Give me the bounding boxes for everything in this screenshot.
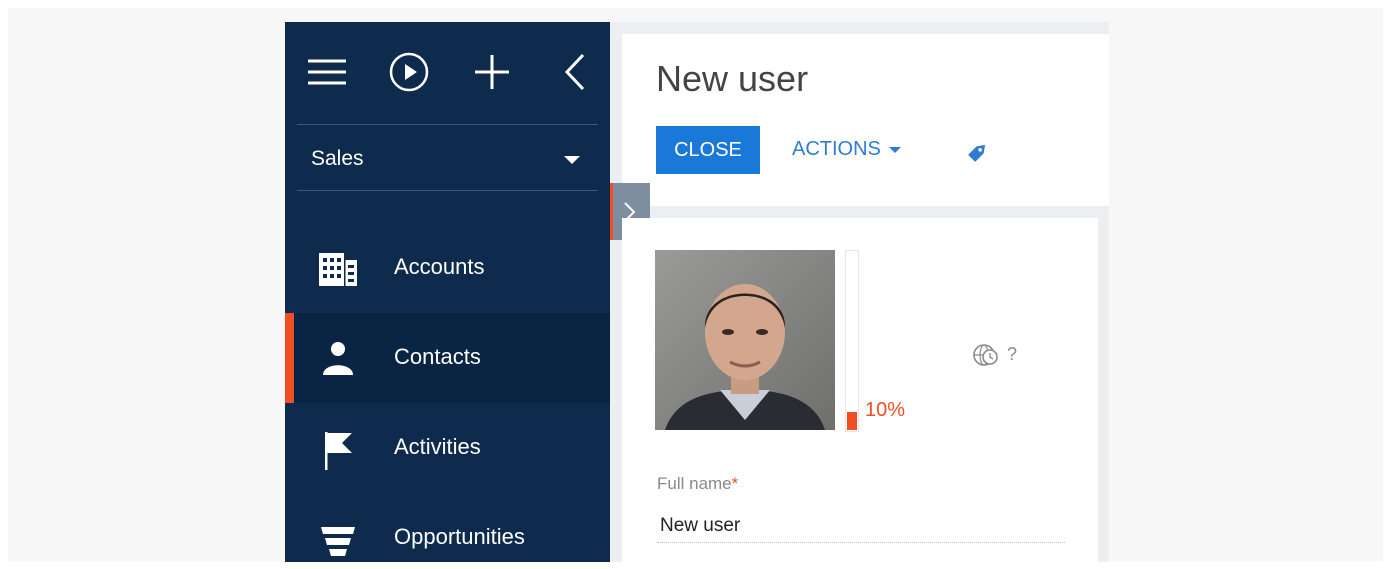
building-icon <box>318 251 358 287</box>
sidebar-item-accounts[interactable]: Accounts <box>285 223 610 313</box>
close-button[interactable]: CLOSE <box>656 126 760 174</box>
full-name-label: Full name* <box>657 474 739 493</box>
sidebar-item-contacts[interactable]: Contacts <box>285 313 610 403</box>
sidebar-item-label: Contacts <box>394 344 481 369</box>
actions-label: ACTIONS <box>792 138 881 160</box>
completeness-label: 10% <box>865 399 906 421</box>
sidebar-divider <box>297 190 598 191</box>
completeness-bar <box>845 250 859 432</box>
contact-photo[interactable] <box>655 250 835 430</box>
caret-down-icon <box>564 156 580 164</box>
tag-icon[interactable] <box>964 138 992 166</box>
sidebar-item-activities[interactable]: Activities <box>285 403 610 493</box>
person-icon <box>318 341 358 377</box>
play-circle-icon[interactable] <box>389 52 429 92</box>
sidebar-item-opportunities[interactable]: Opportunities <box>285 493 610 562</box>
funnel-icon <box>318 521 358 557</box>
plus-icon[interactable] <box>472 52 512 92</box>
page-header: New user CLOSE ACTIONS <box>622 34 1109 206</box>
completeness-fill <box>847 412 857 430</box>
chevron-left-icon[interactable] <box>557 52 597 92</box>
flag-icon <box>318 431 358 470</box>
sidebar-item-label: Activities <box>394 434 481 459</box>
page-title: New user <box>656 58 809 99</box>
app-window: Sales Accounts Contacts Activities Oppor… <box>285 22 1109 562</box>
sidebar-toolbar <box>285 22 610 124</box>
sidebar: Sales Accounts Contacts Activities Oppor… <box>285 22 610 562</box>
sidebar-item-label: Accounts <box>394 254 485 279</box>
required-marker: * <box>731 474 739 493</box>
hamburger-menu-icon[interactable] <box>307 52 347 92</box>
timezone-unknown: ? <box>1007 344 1018 364</box>
profile-card: 10% ? Full name* <box>622 218 1098 562</box>
sidebar-item-label: Opportunities <box>394 524 525 549</box>
actions-button[interactable]: ACTIONS <box>792 138 901 166</box>
caret-down-icon <box>888 146 901 153</box>
workspace-select[interactable]: Sales <box>297 125 598 191</box>
workspace-label: Sales <box>311 147 364 170</box>
globe-clock-icon[interactable] <box>972 341 1000 369</box>
full-name-field[interactable] <box>657 509 1065 543</box>
